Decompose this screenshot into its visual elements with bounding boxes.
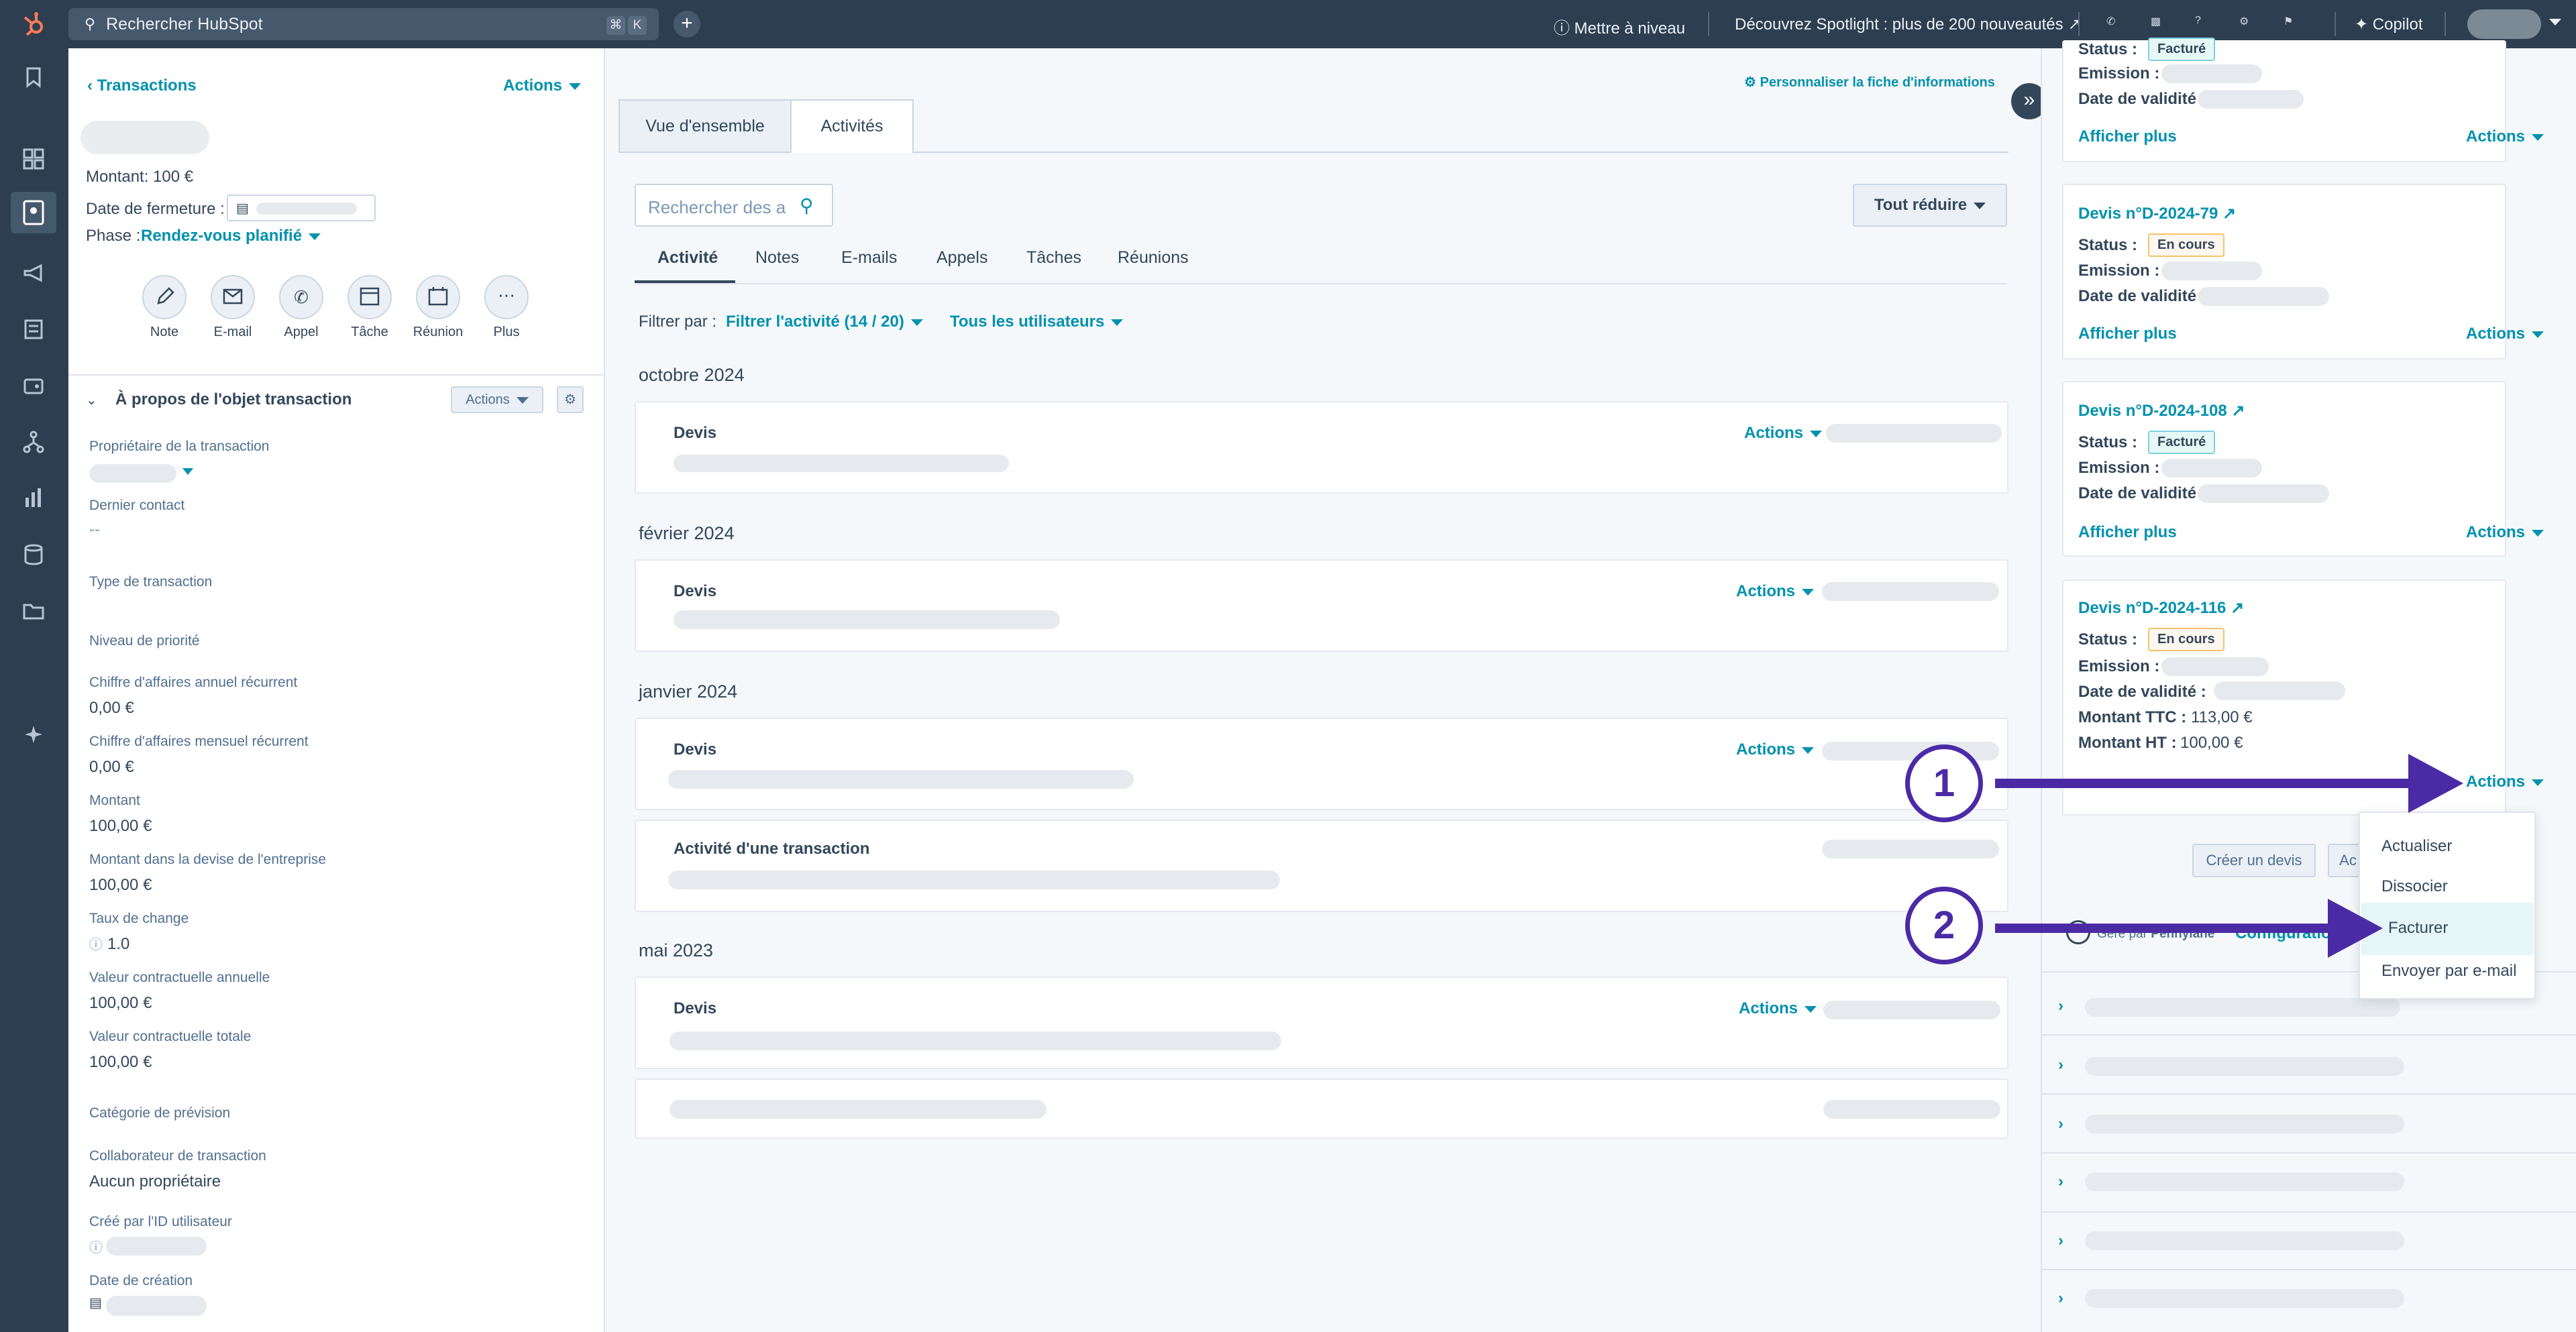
step-2-marker: 2 xyxy=(1905,887,1983,964)
arrow-2-head xyxy=(2328,899,2383,958)
step-1-marker: 1 xyxy=(1905,744,1983,822)
annotation-arrows xyxy=(1995,754,2463,958)
arrow-1-head xyxy=(2408,754,2463,813)
